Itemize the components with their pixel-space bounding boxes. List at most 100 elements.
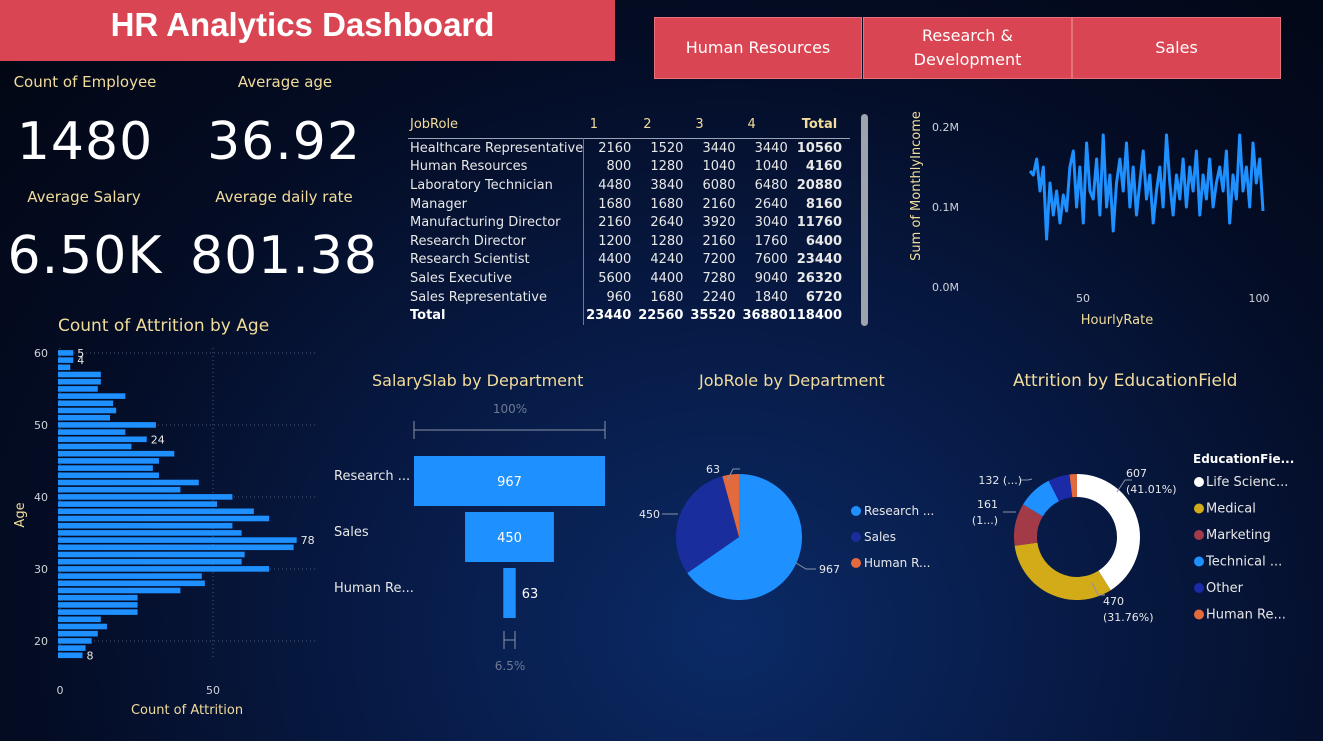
age-bar[interactable]	[58, 465, 153, 471]
age-bar[interactable]	[58, 566, 270, 572]
age-bar[interactable]	[58, 400, 114, 407]
matrix-value-cell: 2160	[702, 233, 736, 249]
matrix-total-cell: 6400	[805, 233, 842, 249]
age-bar[interactable]	[58, 501, 218, 507]
age-bar[interactable]	[58, 458, 159, 464]
age-bar[interactable]	[58, 551, 245, 558]
kpi-salary-value: 6.50K	[7, 226, 163, 286]
attrition-age-chart: Age Count of Attrition 0 50 20 30 40 50 60 8 7…	[13, 347, 318, 718]
age-bar[interactable]	[58, 544, 294, 551]
dept-button-human-resources[interactable]: Human Resources	[654, 17, 862, 79]
age-bar[interactable]	[58, 580, 205, 587]
matrix-row: Research Scientist 4400 4240 7200 7600 23440	[408, 250, 850, 270]
age-bar[interactable]	[58, 645, 86, 651]
matrix-value-cell: 4240	[650, 252, 684, 268]
age-bar[interactable]	[58, 602, 138, 608]
age-bar[interactable]	[58, 443, 132, 450]
jobrole-pie-chart: 63 450 967 Research ... Sales Human R...	[639, 463, 934, 600]
age-bar[interactable]	[58, 616, 101, 623]
donut-legend-item[interactable]: Life Scienc...	[1206, 475, 1288, 490]
matrix-jobrole-cell: Research Director	[408, 231, 585, 251]
age-bar[interactable]	[58, 436, 147, 443]
age-bar[interactable]	[58, 609, 138, 615]
funnel-top-percent: 100%	[493, 402, 527, 416]
matrix-value-cell: 2240	[702, 289, 736, 305]
age-bar[interactable]	[58, 422, 156, 428]
matrix-jobrole-cell: Research Scientist	[408, 250, 585, 270]
age-bar[interactable]	[58, 623, 107, 630]
matrix-value-cell: 23440	[586, 308, 632, 324]
matrix-value-cell: 7280	[702, 270, 736, 286]
age-bar[interactable]	[58, 479, 199, 486]
age-bar[interactable]	[58, 386, 98, 392]
age-bar[interactable]	[58, 530, 242, 536]
matrix-value-cell: 3040	[754, 215, 788, 231]
matrix-total-cell: 10560	[796, 140, 842, 156]
pie-legend-hr[interactable]: Human R...	[864, 556, 930, 570]
matrix-value-cell: 7600	[754, 252, 788, 268]
matrix-value-cell: 3920	[702, 215, 736, 231]
matrix-jobrole-cell: Manufacturing Director	[408, 213, 585, 232]
donut-legend-item[interactable]: Human Re...	[1206, 608, 1286, 623]
age-bar[interactable]	[58, 587, 181, 594]
age-bar[interactable]	[58, 450, 175, 457]
age-bar[interactable]	[58, 537, 297, 543]
age-bar[interactable]	[58, 630, 98, 637]
donut-legend-item[interactable]: Medical	[1206, 502, 1256, 517]
age-bar[interactable]	[58, 472, 159, 479]
pie-legend-dot-hr	[851, 558, 861, 568]
dept-button-research-development[interactable]: Research & Development	[863, 17, 1072, 79]
age-bar[interactable]	[58, 364, 71, 371]
matrix-value-cell: 1840	[754, 289, 788, 305]
pie-label-450: 450	[639, 508, 660, 521]
dept-button-label: Sales	[1155, 38, 1198, 57]
donut-legend-item[interactable]: Other	[1206, 581, 1244, 596]
age-bar[interactable]	[58, 393, 126, 399]
age-bar[interactable]	[58, 594, 138, 601]
age-bar[interactable]	[58, 515, 270, 522]
funnel-top-bracket	[413, 421, 606, 439]
age-bar[interactable]	[58, 652, 83, 659]
pie-title: JobRole by Department	[699, 371, 885, 390]
matrix-scrollbar[interactable]	[861, 114, 868, 326]
age-bar[interactable]	[58, 371, 101, 378]
age-bar[interactable]	[58, 414, 111, 421]
age-bar[interactable]	[58, 357, 74, 363]
age-bar[interactable]	[58, 350, 74, 356]
age-bar[interactable]	[58, 378, 101, 385]
donut-label-marketing-pct: (1...)	[972, 514, 998, 527]
matrix-value-cell: 1280	[650, 159, 684, 175]
age-bar[interactable]	[58, 573, 202, 579]
donut-legend-item[interactable]: Technical ...	[1205, 555, 1282, 570]
donut-label-medical-pct: (31.76%)	[1103, 611, 1154, 624]
matrix-total-cell: 26320	[796, 270, 842, 286]
pie-legend-research[interactable]: Research ...	[864, 504, 934, 518]
age-bar[interactable]	[58, 558, 242, 565]
kpi-salary-label: Average Salary	[27, 188, 141, 206]
funnel-category-label: Research ...	[334, 469, 410, 484]
age-bar[interactable]	[58, 407, 117, 414]
age-bar[interactable]	[58, 638, 92, 644]
matrix-value-cell: 4400	[598, 252, 632, 268]
donut-label-technical: 132 (...)	[978, 474, 1022, 487]
matrix-value-cell: 9040	[754, 270, 788, 286]
age-bar[interactable]	[58, 486, 181, 493]
matrix-row: Human Resources 800 1280 1040 1040 4160	[408, 157, 850, 177]
donut-legend-dot	[1194, 530, 1204, 540]
age-ytick: 20	[34, 635, 48, 648]
line-ytick-2: 0.0M	[932, 281, 959, 294]
age-bar[interactable]	[58, 429, 126, 435]
matrix-jobrole-cell: Sales Representative	[408, 287, 585, 307]
age-bar[interactable]	[58, 508, 254, 515]
age-ytick: 30	[34, 563, 48, 576]
matrix-value-cell: 1760	[754, 233, 788, 249]
matrix-value-cell: 5600	[598, 270, 632, 286]
age-bar[interactable]	[58, 494, 233, 500]
funnel-bar[interactable]	[503, 568, 516, 618]
pie-legend-sales[interactable]: Sales	[864, 530, 896, 544]
donut-legend-item[interactable]: Marketing	[1206, 528, 1271, 543]
matrix-header-total: Total	[801, 116, 838, 132]
dept-button-sales[interactable]: Sales	[1072, 17, 1281, 79]
age-bar[interactable]	[58, 522, 233, 529]
dashboard-title: HR Analytics Dashboard	[0, 0, 615, 61]
